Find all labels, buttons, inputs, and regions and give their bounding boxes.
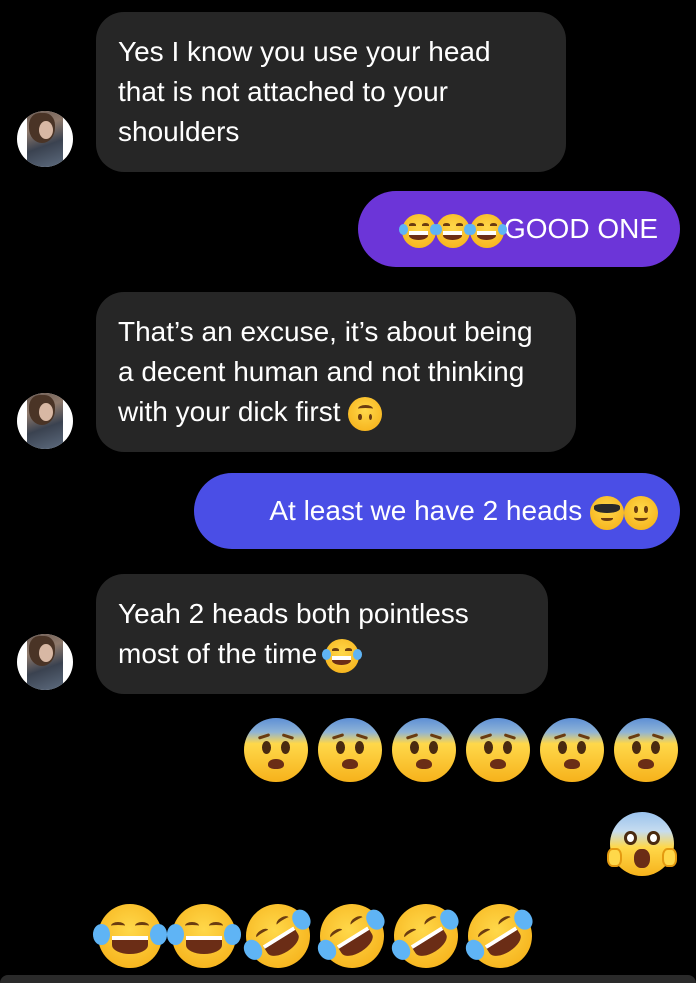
face-with-tears-of-joy-icon: [433, 213, 473, 248]
face-with-tears-of-joy-icon: [399, 213, 439, 248]
upside-down-face-icon: [348, 396, 383, 431]
anxious-face-icon: [466, 718, 530, 782]
outgoing-message-bubble[interactable]: GOOD ONE: [358, 191, 680, 267]
message-text: Yeah 2 heads both pointless most of the …: [118, 598, 469, 669]
rolling-on-the-floor-laughing-icon: [381, 891, 471, 981]
face-with-tears-of-joy-icon: [166, 904, 242, 968]
incoming-message-bubble[interactable]: That’s an excuse, it’s about being a dec…: [96, 292, 576, 452]
message-text: At least we have 2 heads: [269, 495, 583, 526]
avatar-face: [39, 121, 53, 139]
contact-avatar[interactable]: [17, 111, 73, 167]
face-with-tears-of-joy-icon: [92, 904, 168, 968]
anxious-face-icon: [318, 718, 382, 782]
slightly-smiling-face-icon: [624, 495, 658, 530]
anxious-face-icon: [392, 718, 456, 782]
message-text: Yes I know you use your head that is not…: [118, 36, 491, 147]
rolling-on-the-floor-laughing-icon: [455, 891, 545, 981]
next-message-bubble-edge: [0, 975, 696, 983]
message-text: GOOD ONE: [503, 213, 658, 244]
outgoing-message-bubble[interactable]: At least we have 2 heads: [194, 473, 680, 549]
contact-avatar[interactable]: [17, 393, 73, 449]
smiling-face-with-sunglasses-icon: [590, 495, 624, 530]
emoji-only-message[interactable]: [92, 891, 545, 981]
contact-avatar[interactable]: [17, 634, 73, 690]
emoji-only-message[interactable]: [244, 718, 678, 782]
anxious-face-icon: [614, 718, 678, 782]
face-with-tears-of-joy-icon: [467, 213, 507, 248]
avatar-face: [39, 644, 53, 662]
face-with-tears-of-joy-icon: [322, 638, 362, 673]
incoming-message-bubble[interactable]: Yeah 2 heads both pointless most of the …: [96, 574, 548, 694]
face-screaming-in-fear-icon: [607, 812, 677, 876]
rolling-on-the-floor-laughing-icon: [307, 891, 397, 981]
anxious-face-icon: [244, 718, 308, 782]
anxious-face-icon: [540, 718, 604, 782]
avatar-face: [39, 403, 53, 421]
message-thread: Yes I know you use your head that is not…: [0, 0, 696, 983]
emoji-only-message[interactable]: [607, 812, 677, 876]
rolling-on-the-floor-laughing-icon: [233, 891, 323, 981]
message-text: That’s an excuse, it’s about being a dec…: [118, 316, 533, 427]
incoming-message-bubble[interactable]: Yes I know you use your head that is not…: [96, 12, 566, 172]
